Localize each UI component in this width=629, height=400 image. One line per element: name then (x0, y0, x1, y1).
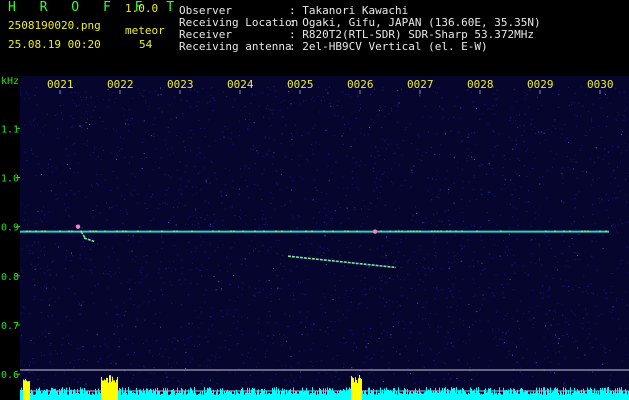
freq-unit-label: kHz (1, 76, 19, 87)
freq-tick-label: 0.6 (1, 370, 19, 381)
carrier-speckle (41, 230, 43, 232)
carrier-speckle (587, 230, 589, 232)
time-tick-label: 0021 (47, 78, 74, 91)
freq-tick-label: 0.8 (1, 272, 19, 283)
carrier-speckle (323, 230, 325, 232)
carrier-speckle (173, 230, 175, 232)
carrier-speckle (311, 230, 313, 232)
carrier-speckle (176, 230, 178, 232)
carrier-speckle (263, 230, 265, 232)
carrier-speckle (545, 230, 547, 232)
header: H R O F F T 1.0.0 2508190020.png meteor … (0, 0, 629, 76)
meteor-head-echo (372, 229, 378, 234)
carrier-speckle (380, 230, 382, 232)
carrier-speckle (95, 230, 97, 232)
carrier-speckle (275, 230, 277, 232)
carrier-speckle (92, 230, 94, 232)
freq-tick-label: 1.1 (1, 124, 19, 135)
carrier-speckle (449, 230, 451, 232)
carrier-speckle (104, 230, 106, 232)
datetime: 25.08.19 00:20 (8, 38, 101, 51)
carrier-speckle (29, 230, 31, 232)
file-name: 2508190020.png (8, 19, 101, 32)
meteor-head-echo (75, 224, 81, 229)
carrier-speckle (254, 230, 256, 232)
carrier-speckle (581, 230, 583, 232)
carrier-speckle (605, 230, 607, 232)
carrier-speckle (401, 230, 403, 232)
carrier-speckle (431, 230, 433, 232)
carrier-speckle (26, 230, 28, 232)
info-label-antenna: Receiving antenna (179, 40, 292, 53)
meteor-count-label: meteor (125, 24, 165, 37)
carrier-speckle (410, 230, 412, 232)
carrier-speckle (419, 230, 421, 232)
carrier-speckle (212, 230, 214, 232)
carrier-speckle (569, 230, 571, 232)
carrier-speckle (35, 230, 37, 232)
carrier-speckle (413, 230, 415, 232)
carrier-speckle (125, 230, 127, 232)
time-tick-label: 0025 (287, 78, 314, 91)
carrier-speckle (116, 230, 118, 232)
carrier-speckle (191, 230, 193, 232)
carrier-speckle (89, 230, 91, 232)
time-tick-label: 0022 (107, 78, 134, 91)
time-tick-label: 0029 (527, 78, 554, 91)
carrier-speckle (233, 230, 235, 232)
carrier-speckle (290, 230, 292, 232)
carrier-speckle (599, 230, 601, 232)
carrier-speckle (218, 230, 220, 232)
time-tick-label: 0026 (347, 78, 374, 91)
time-tick-label: 0024 (227, 78, 254, 91)
carrier-speckle (281, 230, 283, 232)
carrier-speckle (563, 230, 565, 232)
carrier-speckle (161, 230, 163, 232)
carrier-speckle (242, 230, 244, 232)
carrier-speckle (332, 230, 334, 232)
freq-tick-label: 1.0 (1, 174, 19, 185)
meteor-count-value: 54 (139, 38, 153, 51)
time-tick-label: 0030 (587, 78, 614, 91)
carrier-speckle (476, 230, 478, 232)
app-version: 1.0.0 (125, 2, 159, 15)
carrier-speckle (395, 230, 397, 232)
info-value-antenna: : 2el-HB9CV Vertical (el. E-W) (289, 40, 488, 53)
carrier-speckle (344, 230, 346, 232)
carrier-speckle (305, 230, 307, 232)
carrier-speckle (461, 230, 463, 232)
carrier-speckle (356, 230, 358, 232)
carrier-speckle (122, 230, 124, 232)
carrier-speckle (434, 230, 436, 232)
carrier-speckle (398, 230, 400, 232)
carrier-speckle (584, 230, 586, 232)
carrier-speckle (149, 230, 151, 232)
carrier-speckle (446, 230, 448, 232)
carrier-speckle (230, 230, 232, 232)
carrier-speckle (416, 230, 418, 232)
spectrogram-background (20, 76, 629, 400)
freq-tick-label: 0.7 (1, 321, 19, 332)
carrier-speckle (71, 230, 73, 232)
carrier-speckle (440, 230, 442, 232)
carrier-speckle (500, 230, 502, 232)
carrier-speckle (137, 230, 139, 232)
time-tick-label: 0023 (167, 78, 194, 91)
time-tick-label: 0028 (467, 78, 494, 91)
carrier-speckle (68, 230, 70, 232)
freq-tick-label: 0.9 (1, 223, 19, 234)
carrier-speckle (455, 230, 457, 232)
carrier-speckle (347, 230, 349, 232)
carrier-speckle (407, 230, 409, 232)
carrier-speckle (389, 230, 391, 232)
carrier-speckle (59, 230, 61, 232)
carrier-speckle (44, 230, 46, 232)
time-tick-label: 0027 (407, 78, 434, 91)
carrier-speckle (554, 230, 556, 232)
carrier-speckle (437, 230, 439, 232)
spectrogram: 0021 0022 0023 0024 0025 0026 0027 0028 0029 0030 (20, 76, 629, 400)
frequency-axis: kHz 1.1 1.0 0.9 0.8 0.7 0.6 (0, 76, 20, 400)
